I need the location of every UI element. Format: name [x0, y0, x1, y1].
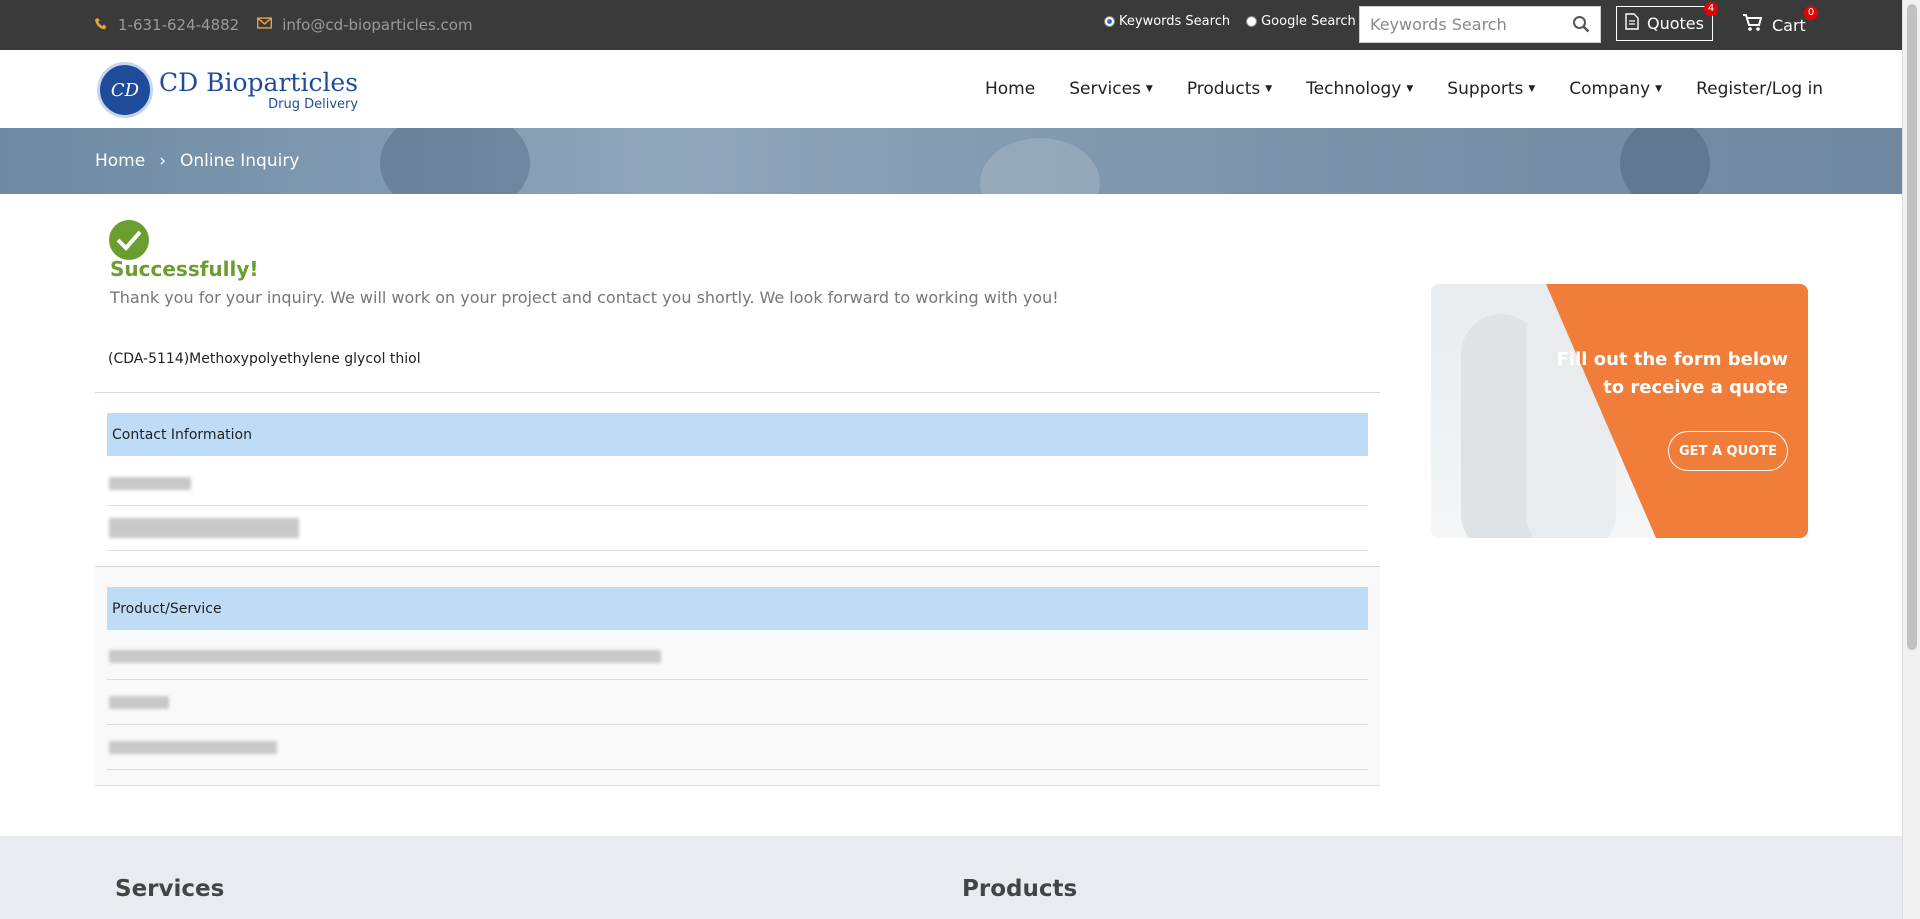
success-title: Successfully! — [110, 257, 259, 281]
quotes-count-badge: 4 — [1704, 2, 1718, 16]
nav-register-login[interactable]: Register/Log in — [1696, 79, 1823, 99]
product-service-header: Product/Service — [107, 587, 1368, 630]
inquired-product-name: (CDA-5114)Methoxypolyethylene glycol thi… — [108, 351, 421, 367]
logo-name: CD Bioparticles — [159, 67, 359, 97]
search-box — [1359, 6, 1601, 43]
nav-label: Register/Log in — [1696, 79, 1824, 99]
site-logo[interactable]: CD CD Bioparticles Drug Delivery — [97, 62, 358, 118]
quote-ad-banner[interactable]: Fill out the form below to receive a quo… — [1431, 284, 1808, 538]
nav-technology[interactable]: Technology ▼ — [1306, 79, 1413, 99]
radio-icon[interactable] — [1104, 16, 1115, 27]
email-address: info@cd-bioparticles.com — [282, 16, 473, 34]
footer-services-title: Services — [115, 876, 225, 902]
page-banner: Home › Online Inquiry — [0, 128, 1902, 194]
page-scrollbar[interactable] — [1902, 0, 1920, 919]
cart-count-badge: 0 — [1804, 6, 1818, 20]
radio-google-search[interactable]: Google Search — [1246, 14, 1356, 29]
envelope-icon — [257, 17, 273, 33]
redacted-text — [109, 650, 661, 663]
quotes-button[interactable]: Quotes 4 — [1616, 2, 1718, 41]
divider — [95, 392, 1380, 393]
contact-info-header: Contact Information — [107, 413, 1368, 456]
caret-down-icon: ▼ — [1145, 84, 1153, 94]
ad-headline: Fill out the form below to receive a quo… — [1557, 346, 1788, 402]
page: 1-631-624-4882 info@cd-bioparticles.com … — [0, 0, 1920, 919]
nav-home[interactable]: Home — [985, 79, 1035, 99]
redacted-text — [109, 518, 299, 538]
product-row — [107, 725, 1368, 770]
contact-row — [107, 506, 1368, 551]
caret-down-icon: ▼ — [1655, 84, 1663, 94]
radio-keywords-search[interactable]: Keywords Search — [1104, 14, 1230, 29]
cart-label: Cart — [1772, 15, 1806, 35]
search-type-options: Keywords Search Google Search — [1104, 14, 1356, 29]
cart-icon — [1742, 14, 1763, 36]
main-nav: Home Services ▼ Products ▼ Technology ▼ Sup… — [985, 50, 1857, 128]
quotes-label: Quotes — [1647, 14, 1704, 33]
nav-label: Supports — [1447, 79, 1524, 99]
redacted-text — [109, 696, 169, 709]
breadcrumb: Home › Online Inquiry — [95, 128, 299, 194]
ad-headline-line: to receive a quote — [1603, 377, 1788, 398]
footer-products-title: Products — [962, 876, 1078, 902]
site-header: CD CD Bioparticles Drug Delivery Home Se… — [0, 50, 1902, 128]
search-icon[interactable] — [1572, 15, 1590, 33]
redacted-text — [109, 741, 277, 754]
radio-icon[interactable] — [1246, 16, 1258, 27]
nav-services[interactable]: Services ▼ — [1069, 79, 1153, 99]
banner-decoration — [1620, 128, 1710, 194]
caret-down-icon: ▼ — [1406, 84, 1414, 94]
product-row — [107, 635, 1368, 680]
nav-label: Technology — [1306, 79, 1402, 99]
breadcrumb-separator: › — [159, 151, 167, 171]
banner-decoration — [380, 128, 530, 194]
caret-down-icon: ▼ — [1528, 84, 1536, 94]
cart-button[interactable]: Cart 0 — [1742, 6, 1818, 40]
logo-text: CD Bioparticles Drug Delivery — [159, 67, 359, 112]
nav-products[interactable]: Products ▼ — [1187, 79, 1272, 99]
nav-label: Services — [1069, 79, 1141, 99]
banner-decoration — [980, 138, 1100, 194]
nav-label: Products — [1186, 79, 1261, 99]
phone-link[interactable]: 1-631-624-4882 — [95, 16, 239, 34]
breadcrumb-home[interactable]: Home — [95, 151, 145, 171]
nav-label: Home — [985, 79, 1036, 99]
success-check-icon — [109, 220, 149, 260]
contact-row — [107, 461, 1368, 506]
nav-company[interactable]: Company ▼ — [1569, 79, 1662, 99]
nav-supports[interactable]: Supports ▼ — [1447, 79, 1535, 99]
nav-label: Company — [1569, 79, 1651, 99]
site-footer: Services Products — [0, 836, 1902, 919]
logo-tagline: Drug Delivery — [268, 96, 359, 112]
search-input[interactable] — [1360, 15, 1560, 34]
logo-mark: CD — [97, 62, 153, 118]
product-row — [107, 680, 1368, 725]
radio-google-label: Google Search — [1261, 14, 1356, 29]
get-a-quote-button[interactable]: GET A QUOTE — [1668, 431, 1788, 471]
scrollbar-thumb[interactable] — [1907, 4, 1917, 650]
phone-number: 1-631-624-4882 — [118, 16, 240, 34]
caret-down-icon: ▼ — [1265, 84, 1273, 94]
redacted-text — [109, 477, 191, 490]
document-icon — [1625, 13, 1639, 34]
email-link[interactable]: info@cd-bioparticles.com — [257, 16, 473, 34]
contact-info: 1-631-624-4882 info@cd-bioparticles.com — [95, 0, 473, 50]
phone-icon — [95, 17, 108, 34]
breadcrumb-current: Online Inquiry — [180, 151, 300, 171]
top-bar: 1-631-624-4882 info@cd-bioparticles.com … — [0, 0, 1902, 50]
ad-headline-line: Fill out the form below — [1556, 349, 1788, 370]
radio-keywords-label: Keywords Search — [1119, 14, 1231, 29]
success-message: Thank you for your inquiry. We will work… — [110, 288, 1059, 307]
